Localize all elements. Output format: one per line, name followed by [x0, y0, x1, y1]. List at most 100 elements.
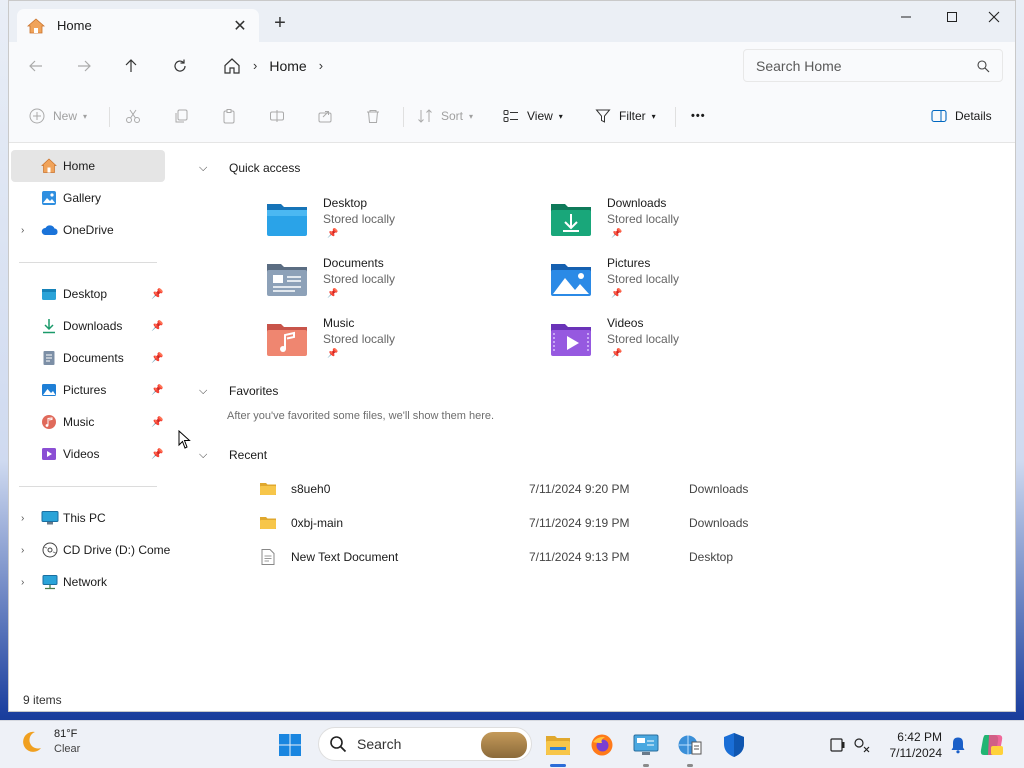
qa-name: Documents [323, 256, 384, 270]
delete-button[interactable] [365, 103, 381, 129]
chevron-right-icon[interactable]: › [21, 225, 24, 236]
quick-access-documents[interactable]: Documents Stored locally 📌 [265, 256, 525, 306]
text-file-icon [261, 549, 275, 565]
rename-button[interactable] [269, 103, 285, 129]
breadcrumb-chevron-icon[interactable]: › [319, 58, 323, 73]
documents-icon [43, 351, 55, 365]
pin-icon[interactable]: 📌 [151, 417, 163, 428]
quick-access-pictures[interactable]: Pictures Stored locally 📌 [549, 256, 809, 306]
sidebar-item-label: Gallery [63, 191, 102, 205]
sidebar-item-videos[interactable]: Videos 📌 [11, 438, 165, 470]
chevron-down-icon: ⌵ [199, 384, 208, 397]
sidebar-item-music[interactable]: Music 📌 [11, 406, 165, 438]
pin-icon: 📌 [611, 288, 623, 298]
quick-access-videos[interactable]: Videos Stored locally 📌 [549, 316, 809, 366]
taskbar-network-app[interactable] [674, 729, 706, 761]
search-box[interactable] [743, 49, 1003, 82]
refresh-button[interactable] [167, 53, 193, 79]
taskbar-security[interactable] [718, 729, 750, 761]
forward-button[interactable] [71, 53, 97, 79]
sidebar-item-cd-drive[interactable]: › CD Drive (D:) Come [11, 534, 170, 566]
copilot-button[interactable] [976, 729, 1008, 761]
cloud-icon [41, 225, 58, 235]
more-options-button[interactable]: ••• [691, 103, 706, 129]
address-bar[interactable]: › Home › [213, 49, 733, 82]
sort-button[interactable]: Sort ▾ [417, 103, 473, 129]
quick-access-music[interactable]: Music Stored locally 📌 [265, 316, 525, 366]
content-pane: ⌵ Quick access Desktop Stored locally 📌 … [169, 144, 1015, 692]
filter-button[interactable]: Filter ▾ [595, 103, 656, 129]
cut-button[interactable] [125, 103, 141, 129]
pin-icon[interactable]: 📌 [151, 321, 163, 332]
chevron-right-icon[interactable]: › [21, 513, 24, 524]
quick-access-desktop[interactable]: Desktop Stored locally 📌 [265, 196, 525, 246]
sidebar-item-downloads[interactable]: Downloads 📌 [11, 310, 165, 342]
sidebar-item-gallery[interactable]: Gallery [11, 182, 165, 214]
sidebar-item-network[interactable]: › Network [11, 566, 165, 598]
quick-access-downloads[interactable]: Downloads Stored locally 📌 [549, 196, 809, 246]
sidebar-item-home[interactable]: Home [11, 150, 165, 182]
close-window-button[interactable] [971, 1, 1015, 33]
cd-drive-icon [42, 542, 58, 558]
pin-icon[interactable]: 📌 [151, 385, 163, 396]
new-tab-button[interactable]: + [269, 13, 291, 35]
minimize-button[interactable] [883, 1, 929, 33]
taskbar-file-explorer[interactable] [542, 729, 574, 761]
back-button[interactable] [23, 53, 49, 79]
share-button[interactable] [317, 103, 333, 129]
view-button[interactable]: View ▾ [503, 103, 563, 129]
sidebar-item-label: This PC [63, 511, 106, 525]
system-clock[interactable]: 6:42 PM 7/11/2024 [880, 729, 943, 761]
sidebar-item-desktop[interactable]: Desktop 📌 [11, 278, 165, 310]
recent-row[interactable]: 0xbj-main 7/11/2024 9:19 PM Downloads [259, 511, 819, 535]
sidebar-item-label: Documents [63, 351, 124, 365]
paste-button[interactable] [221, 103, 237, 129]
taskbar-search[interactable]: Search [318, 727, 532, 761]
download-icon [43, 319, 55, 334]
search-input[interactable] [756, 57, 976, 74]
details-button[interactable]: Details [931, 103, 992, 129]
up-button[interactable] [118, 53, 144, 79]
sidebar-item-onedrive[interactable]: › OneDrive [11, 214, 165, 246]
chevron-down-icon: ⌵ [199, 161, 208, 174]
taskbar-control-panel[interactable] [630, 729, 662, 761]
pin-icon[interactable]: 📌 [151, 353, 163, 364]
section-title: Quick access [229, 161, 301, 175]
pin-icon[interactable]: 📌 [151, 449, 163, 460]
maximize-button[interactable] [929, 1, 975, 33]
section-title: Recent [229, 448, 268, 462]
pin-icon: 📌 [611, 228, 623, 238]
taskbar-firefox[interactable] [586, 729, 618, 761]
breadcrumb-home[interactable]: Home [269, 58, 306, 74]
sidebar-item-this-pc[interactable]: › This PC [11, 502, 165, 534]
tab-home[interactable]: Home ✕ [17, 9, 259, 42]
chevron-right-icon[interactable]: › [21, 545, 24, 556]
new-button[interactable]: New ▾ [29, 103, 87, 129]
sidebar-item-documents[interactable]: Documents 📌 [11, 342, 165, 374]
pin-icon[interactable]: 📌 [151, 289, 163, 300]
weather-widget[interactable]: 81°F Clear [18, 727, 80, 757]
chevron-right-icon[interactable]: › [21, 577, 24, 588]
qa-name: Desktop [323, 196, 368, 210]
refresh-icon [174, 59, 186, 72]
title-bar: Home ✕ + [9, 1, 1015, 42]
copy-button[interactable] [173, 103, 189, 129]
start-button[interactable] [274, 729, 306, 761]
file-explorer-window: Home ✕ + › Home › Search Home New ▾ Sort… [8, 0, 1016, 712]
pin-icon: 📌 [611, 348, 623, 358]
notifications-button[interactable] [942, 729, 974, 761]
tray-network-volume[interactable] [846, 729, 878, 761]
details-label: Details [955, 109, 992, 123]
qa-status: Stored locally [607, 332, 680, 346]
quick-access-header[interactable]: ⌵ Quick access [199, 161, 300, 175]
sidebar-item-pictures[interactable]: Pictures 📌 [11, 374, 165, 406]
recent-row[interactable]: s8ueh0 7/11/2024 9:20 PM Downloads [259, 477, 819, 501]
recent-date: 7/11/2024 9:13 PM [529, 550, 630, 564]
close-tab-icon[interactable]: ✕ [231, 16, 249, 36]
favorites-header[interactable]: ⌵ Favorites [199, 384, 278, 398]
running-indicator [643, 764, 649, 767]
details-pane-icon [931, 109, 947, 123]
recent-header[interactable]: ⌵ Recent [199, 448, 267, 462]
recent-row[interactable]: New Text Document 7/11/2024 9:13 PM Desk… [259, 545, 819, 569]
tab-title: Home [57, 18, 92, 33]
